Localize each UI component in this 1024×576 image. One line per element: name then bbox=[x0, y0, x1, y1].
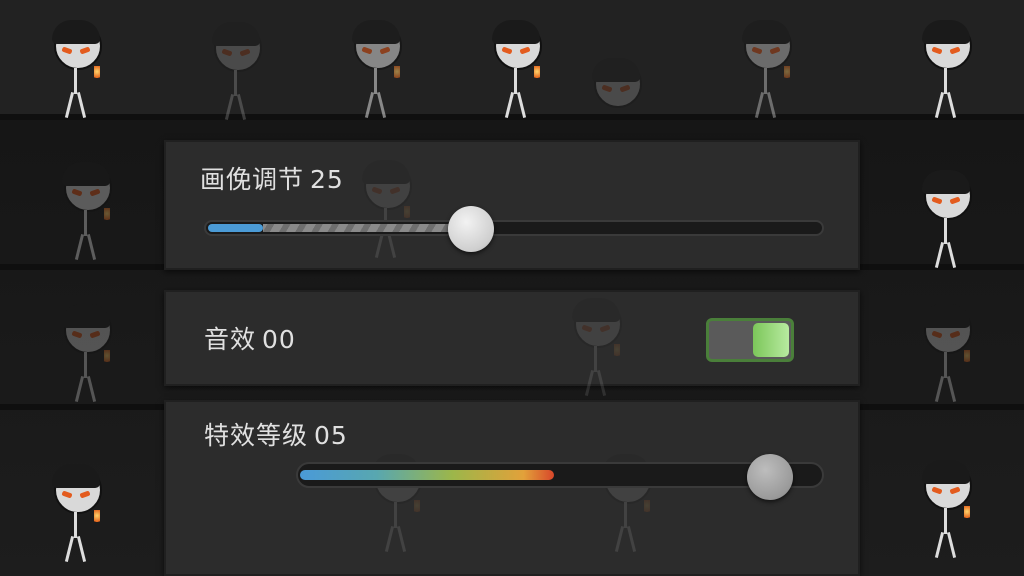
effects-level-title: 特效等级 bbox=[204, 421, 309, 450]
ninja-character bbox=[916, 304, 976, 402]
ninja-character bbox=[916, 20, 976, 118]
picture-quality-slider-handle[interactable] bbox=[448, 206, 494, 252]
sound-toggle[interactable] bbox=[706, 318, 794, 362]
ninja-character bbox=[916, 170, 976, 268]
ninja-character bbox=[46, 464, 106, 562]
ninja-character bbox=[736, 20, 796, 118]
ninja-character bbox=[46, 20, 106, 118]
ninja-character bbox=[356, 160, 416, 258]
picture-quality-title: 画俛调节 bbox=[200, 165, 305, 194]
sound-value: 00 bbox=[262, 325, 296, 354]
ninja-character bbox=[56, 304, 116, 402]
effects-level-slider-fill bbox=[300, 470, 554, 480]
ninja-character bbox=[486, 20, 546, 118]
sound-title: 音效 bbox=[204, 325, 257, 354]
sound-toggle-thumb bbox=[753, 323, 789, 357]
effects-level-slider-handle[interactable] bbox=[747, 454, 793, 500]
picture-quality-slider-buffer bbox=[263, 224, 473, 232]
picture-quality-value: 25 bbox=[310, 165, 344, 194]
picture-quality-slider-track[interactable] bbox=[204, 220, 824, 236]
ninja-character bbox=[56, 162, 116, 260]
ninja-character bbox=[346, 20, 406, 118]
ninja-character bbox=[566, 298, 626, 396]
effects-level-label: 特效等级 05 bbox=[204, 416, 348, 452]
sound-label: 音效 00 bbox=[204, 320, 296, 356]
effects-level-slider-track[interactable] bbox=[296, 462, 824, 488]
effects-level-value: 05 bbox=[314, 421, 348, 450]
picture-quality-slider-fill bbox=[208, 224, 263, 232]
picture-quality-label: 画俛调节 25 bbox=[200, 160, 344, 196]
ninja-character bbox=[916, 460, 976, 558]
ninja-character bbox=[206, 22, 266, 120]
